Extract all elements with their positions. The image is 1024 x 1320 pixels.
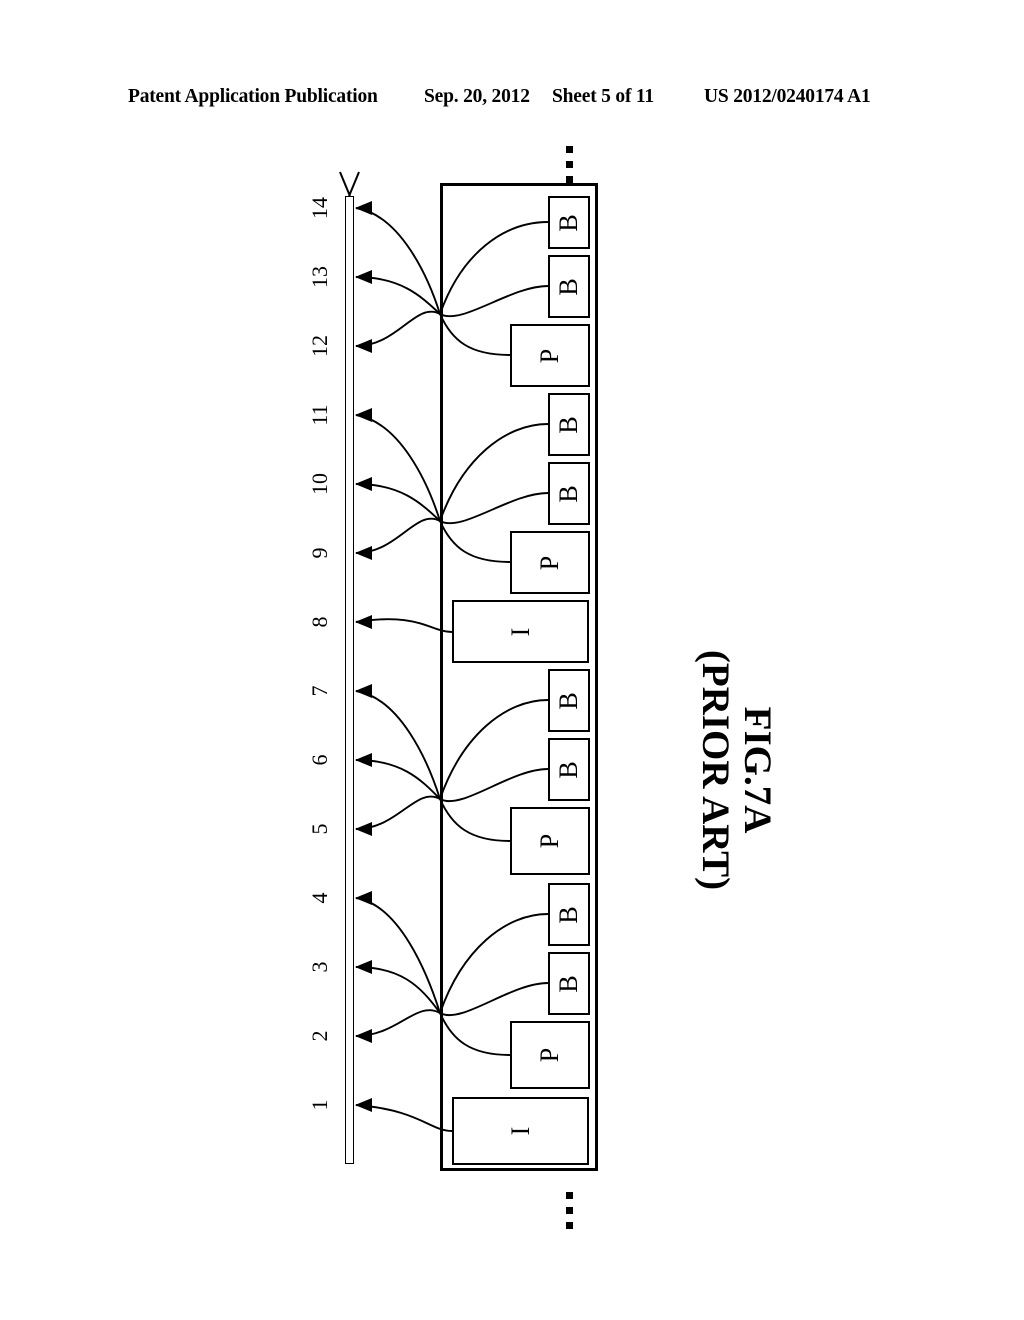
picture-type-label: P	[535, 348, 564, 363]
tick-label-12: 12	[307, 335, 332, 357]
picture-box-B-10: B	[548, 393, 590, 456]
tick-label-14: 14	[307, 197, 332, 219]
tick-label-10: 10	[307, 473, 332, 495]
picture-box-I-1: I	[452, 1097, 589, 1165]
tick-arrow-13	[355, 270, 372, 284]
tick-arrow-2	[355, 1029, 372, 1043]
figure-caption-line-2: (PRIOR ART)	[693, 649, 737, 891]
bottom-ellipsis-icon	[566, 1192, 574, 1237]
tick-arrow-6	[355, 753, 372, 767]
picture-box-B-3: B	[548, 883, 590, 946]
tick-label-7: 7	[307, 685, 332, 697]
tick-label-3: 3	[307, 961, 332, 973]
picture-type-label: B	[554, 905, 583, 924]
picture-box-P-7: P	[510, 807, 590, 875]
tick-label-4: 4	[307, 892, 332, 904]
picture-box-P-14: P	[510, 324, 590, 387]
tick-label-9: 9	[307, 547, 332, 559]
figure-caption: FIG.7A (PRIOR ART)	[658, 600, 779, 940]
picture-type-label: B	[554, 691, 583, 710]
tick-arrow-7	[355, 684, 372, 698]
picture-box-I-8: I	[452, 600, 589, 663]
tick-label-11: 11	[307, 404, 332, 426]
picture-box-B-13: B	[548, 196, 590, 249]
tick-arrow-14	[355, 201, 372, 215]
display-order-axis	[345, 196, 354, 1164]
tick-label-6: 6	[307, 754, 332, 766]
picture-type-label: B	[554, 484, 583, 503]
tick-arrow-8	[355, 615, 372, 629]
figure-caption-line-1: FIG.7A	[736, 706, 779, 834]
picture-box-B-2: B	[548, 952, 590, 1015]
tick-label-2: 2	[307, 1030, 332, 1042]
picture-box-B-9: B	[548, 462, 590, 525]
tick-arrow-5	[355, 822, 372, 836]
picture-type-label: P	[535, 833, 564, 849]
picture-box-B-6: B	[548, 669, 590, 732]
tick-arrow-1	[355, 1098, 372, 1112]
picture-type-label: I	[505, 1126, 535, 1136]
tick-label-5: 5	[307, 823, 332, 835]
picture-type-label: P	[535, 1047, 564, 1063]
picture-type-label: B	[554, 415, 583, 434]
picture-type-label: B	[554, 277, 583, 296]
tick-label-1: 1	[307, 1099, 332, 1111]
tick-arrow-12	[355, 339, 372, 353]
tick-arrow-10	[355, 477, 372, 491]
picture-type-label: P	[535, 555, 564, 570]
picture-box-P-4: P	[510, 1021, 590, 1089]
picture-type-label: B	[554, 974, 583, 993]
tick-arrow-9	[355, 546, 372, 560]
picture-type-label: B	[554, 760, 583, 779]
figure-drawing: 1 2 3 4 5 6 7 8 9 10 11 12 13 14 IPBBPBBIPBBPBB FIG.7…	[0, 0, 1024, 1320]
tick-label-13: 13	[307, 266, 332, 288]
tick-arrow-4	[355, 891, 372, 905]
picture-type-label: I	[505, 627, 535, 636]
tick-arrow-3	[355, 960, 372, 974]
picture-box-B-12: B	[548, 255, 590, 318]
picture-box-P-11: P	[510, 531, 590, 594]
axis-arrowhead-icon	[339, 173, 359, 197]
picture-type-label: B	[554, 213, 583, 232]
tick-label-8: 8	[307, 616, 332, 628]
picture-box-B-5: B	[548, 738, 590, 801]
tick-arrow-11	[355, 408, 372, 422]
